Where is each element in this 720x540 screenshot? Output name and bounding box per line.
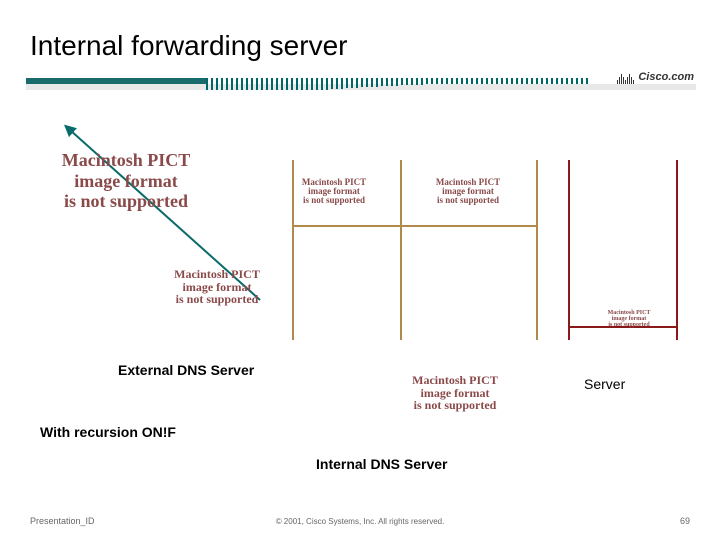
cisco-logo: Cisco.com bbox=[617, 70, 694, 84]
diagram-vline-1 bbox=[292, 160, 294, 340]
pict-placeholder-bottom: Macintosh PICT image format is not suppo… bbox=[390, 374, 520, 412]
diagram-vline-dark-2 bbox=[676, 160, 678, 340]
pict-placeholder-small-1: Macintosh PICT image format is not suppo… bbox=[298, 178, 370, 205]
diagram-vline-3 bbox=[536, 160, 538, 340]
diagram-vline-2 bbox=[400, 160, 402, 340]
diagram-hline-2 bbox=[400, 225, 536, 227]
label-internal-dns: Internal DNS Server bbox=[316, 456, 448, 472]
diagram-vline-dark bbox=[568, 160, 570, 340]
page-title: Internal forwarding server bbox=[30, 30, 347, 62]
pict-placeholder-large: Macintosh PICT image format is not suppo… bbox=[36, 150, 216, 212]
header-ticks bbox=[206, 78, 596, 90]
cisco-bars-icon bbox=[617, 70, 634, 84]
slide: Internal forwarding server Cisco.com Mac… bbox=[0, 0, 720, 540]
pict-placeholder-tiny: Macintosh PICT image format is not suppo… bbox=[594, 310, 664, 328]
header-rule bbox=[26, 78, 696, 96]
header-teal-line bbox=[26, 78, 206, 84]
diagram-hline-1 bbox=[292, 225, 400, 227]
label-server: Server bbox=[584, 376, 625, 392]
pict-placeholder-mid: Macintosh PICT image format is not suppo… bbox=[152, 268, 282, 306]
footer-copyright: © 2001, Cisco Systems, Inc. All rights r… bbox=[0, 517, 720, 526]
cisco-logo-text: Cisco.com bbox=[638, 71, 694, 83]
pict-placeholder-small-2: Macintosh PICT image format is not suppo… bbox=[432, 178, 504, 205]
label-external-dns: External DNS Server bbox=[118, 362, 254, 378]
footer-page-number: 69 bbox=[680, 516, 690, 526]
label-recursion: With recursion ON!F bbox=[40, 424, 176, 440]
